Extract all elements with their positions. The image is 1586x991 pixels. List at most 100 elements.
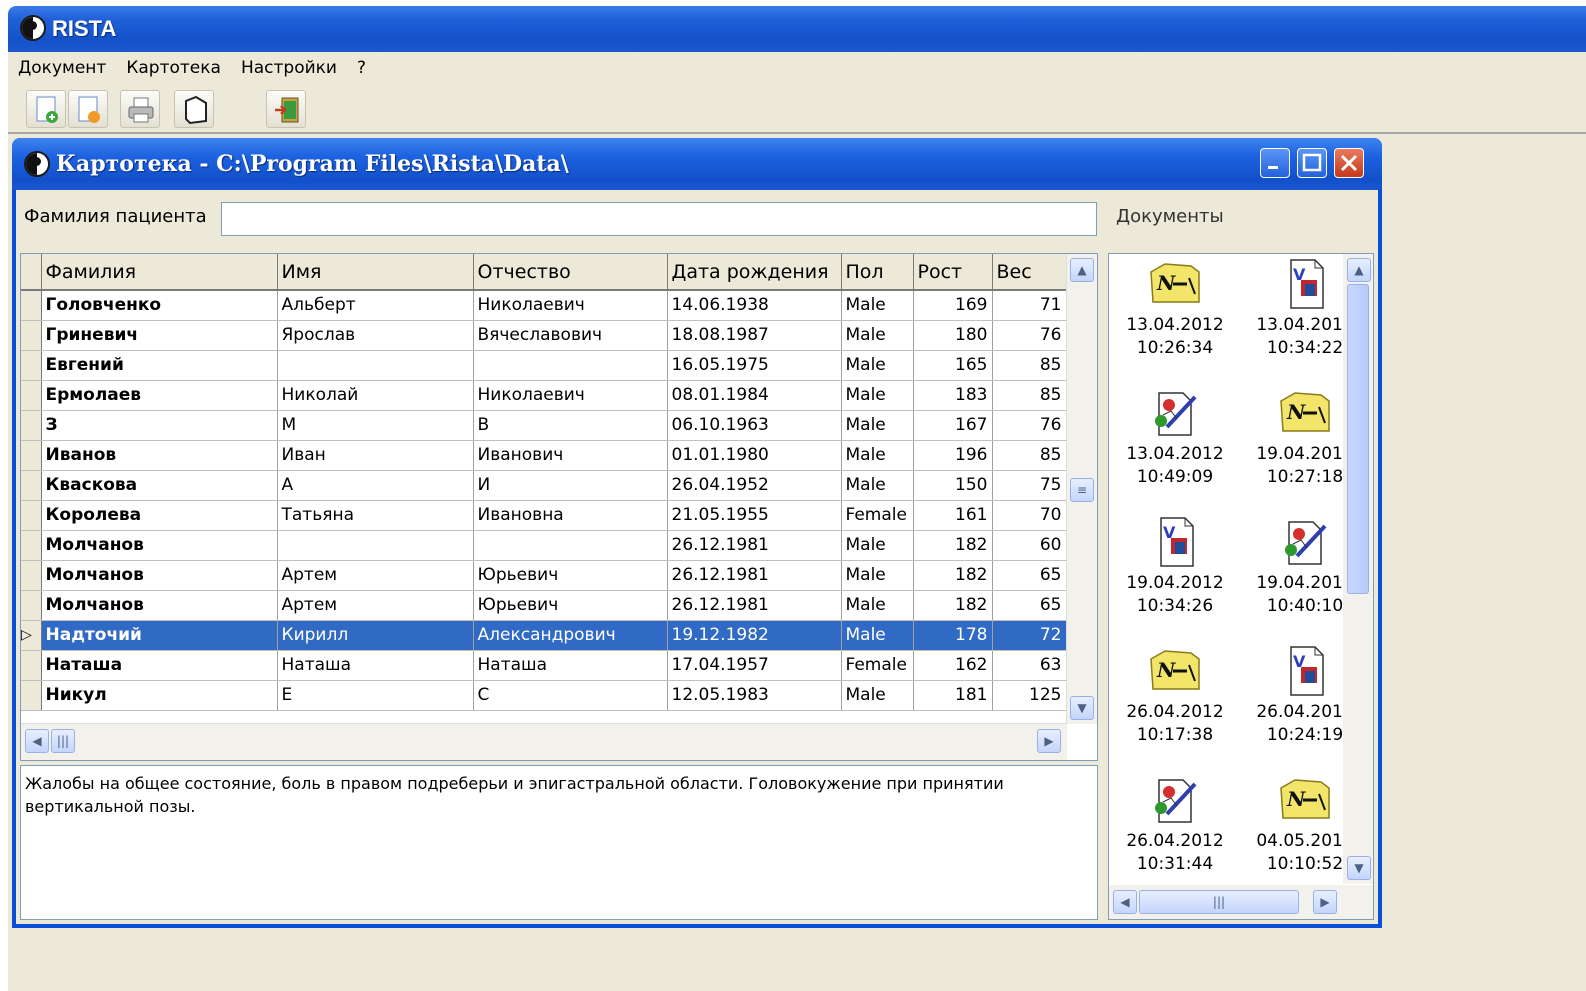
cell-birthdate[interactable]: 14.06.1938 — [667, 290, 842, 321]
cell-sex[interactable]: Male — [841, 320, 914, 351]
cell-weight[interactable]: 60 — [992, 530, 1067, 561]
cell-name[interactable]: Иван — [277, 440, 474, 471]
table-row[interactable]: Королева Татьяна Ивановна 21.05.1955 Female 1… — [21, 500, 1067, 531]
cell-weight[interactable]: 71 — [992, 290, 1067, 321]
cell-name[interactable]: Артем — [277, 590, 474, 621]
minimize-button[interactable] — [1260, 148, 1290, 178]
row-indicator[interactable] — [21, 410, 42, 441]
cell-weight[interactable]: 85 — [992, 440, 1067, 471]
docs-scroll-down-icon[interactable]: ▼ — [1347, 856, 1371, 880]
cell-height[interactable]: 182 — [913, 560, 993, 591]
cell-name[interactable]: Артем — [277, 560, 474, 591]
document-item[interactable]: 13.04.2012 10:49:09 — [1115, 387, 1235, 489]
column-header-surname[interactable]: Фамилия — [41, 254, 278, 291]
current-row-indicator-icon[interactable]: ▷ — [21, 620, 42, 651]
table-row[interactable]: Кваскова А И 26.04.1952 Male 150 75 — [21, 470, 1067, 501]
cell-height[interactable]: 150 — [913, 470, 993, 501]
close-button[interactable] — [1334, 148, 1364, 178]
cell-sex[interactable]: Male — [841, 350, 914, 381]
cell-weight[interactable]: 76 — [992, 320, 1067, 351]
table-row[interactable]: Наташа Наташа Наташа 17.04.1957 Female 162 63 — [21, 650, 1067, 681]
cell-name[interactable]: Николай — [277, 380, 474, 411]
cell-birthdate[interactable]: 21.05.1955 — [667, 500, 842, 531]
cell-sex[interactable]: Female — [841, 500, 914, 531]
row-indicator[interactable] — [21, 290, 42, 321]
docs-scroll-up-icon[interactable]: ▲ — [1347, 258, 1371, 282]
cell-sex[interactable]: Male — [841, 380, 914, 411]
cell-weight[interactable]: 65 — [992, 560, 1067, 591]
cell-weight[interactable]: 125 — [992, 680, 1067, 711]
cell-weight[interactable]: 63 — [992, 650, 1067, 681]
table-row[interactable]: Евгений 16.05.1975 Male 165 85 — [21, 350, 1067, 381]
cell-surname[interactable]: З — [41, 410, 278, 441]
copy-page-button[interactable] — [174, 90, 214, 128]
scroll-left-icon[interactable]: ◀ — [25, 729, 49, 753]
patient-surname-input[interactable] — [221, 202, 1097, 236]
cell-surname[interactable]: Наташа — [41, 650, 278, 681]
exit-button[interactable] — [266, 90, 306, 128]
document-item[interactable]: N 13.04.2012 10:26:34 — [1115, 258, 1235, 360]
cell-name[interactable]: М — [277, 410, 474, 441]
cell-surname[interactable]: Молчанов — [41, 590, 278, 621]
docs-scroll-left-icon[interactable]: ◀ — [1113, 890, 1137, 914]
cell-patronymic[interactable]: В — [473, 410, 668, 441]
table-row[interactable]: Головченко Альберт Николаевич 14.06.1938 Mal… — [21, 290, 1067, 321]
table-row[interactable]: ▷ Надточий Кирилл Александрович 19.12.1982 Ma… — [21, 620, 1067, 651]
table-row[interactable]: Ермолаев Николай Николаевич 08.01.1984 Male 1… — [21, 380, 1067, 411]
row-indicator[interactable] — [21, 350, 42, 381]
cell-height[interactable]: 180 — [913, 320, 993, 351]
cell-birthdate[interactable]: 19.12.1982 — [667, 620, 842, 651]
cell-patronymic[interactable] — [473, 530, 668, 561]
row-indicator[interactable] — [21, 590, 42, 621]
cell-sex[interactable]: Male — [841, 290, 914, 321]
cell-patronymic[interactable]: Николаевич — [473, 290, 668, 321]
cell-birthdate[interactable]: 12.05.1983 — [667, 680, 842, 711]
cell-name[interactable]: Е — [277, 680, 474, 711]
cell-weight[interactable]: 76 — [992, 410, 1067, 441]
table-row[interactable]: З М В 06.10.1963 Male 167 76 — [21, 410, 1067, 441]
documents-horizontal-scrollbar[interactable]: ◀ ||| ▶ — [1109, 885, 1373, 919]
cell-sex[interactable]: Male — [841, 440, 914, 471]
cell-birthdate[interactable]: 26.04.1952 — [667, 470, 842, 501]
column-header-weight[interactable]: Вес — [992, 254, 1067, 291]
row-indicator[interactable] — [21, 530, 42, 561]
menu-settings[interactable]: Настройки — [231, 58, 347, 78]
documents-panel[interactable]: N 13.04.2012 10:26:34 V 13.04.2012 10:34:22 13… — [1108, 253, 1374, 920]
row-indicator[interactable] — [21, 680, 42, 711]
cell-patronymic[interactable]: С — [473, 680, 668, 711]
cell-sex[interactable]: Male — [841, 590, 914, 621]
cell-patronymic[interactable] — [473, 350, 668, 381]
cell-patronymic[interactable]: Александрович — [473, 620, 668, 651]
row-indicator[interactable] — [21, 560, 42, 591]
table-row[interactable]: Молчанов 26.12.1981 Male 182 60 — [21, 530, 1067, 561]
cell-sex[interactable]: Female — [841, 650, 914, 681]
cell-surname[interactable]: Кваскова — [41, 470, 278, 501]
cell-height[interactable]: 165 — [913, 350, 993, 381]
maximize-button[interactable] — [1297, 148, 1327, 178]
cell-surname[interactable]: Ермолаев — [41, 380, 278, 411]
table-row[interactable]: Молчанов Артем Юрьевич 26.12.1981 Male 182 65 — [21, 590, 1067, 621]
cell-patronymic[interactable]: Вячеславович — [473, 320, 668, 351]
table-row[interactable]: Молчанов Артем Юрьевич 26.12.1981 Male 182 65 — [21, 560, 1067, 591]
row-indicator[interactable] — [21, 470, 42, 501]
cell-birthdate[interactable]: 26.12.1981 — [667, 530, 842, 561]
cell-birthdate[interactable]: 26.12.1981 — [667, 560, 842, 591]
column-header-patronymic[interactable]: Отчество — [473, 254, 668, 291]
docs-horizontal-thumb[interactable]: ||| — [1139, 890, 1299, 914]
cell-birthdate[interactable]: 06.10.1963 — [667, 410, 842, 441]
cell-name[interactable] — [277, 350, 474, 381]
document-item[interactable]: 26.04.2012 10:31:44 — [1115, 774, 1235, 876]
cell-sex[interactable]: Male — [841, 560, 914, 591]
cell-height[interactable]: 181 — [913, 680, 993, 711]
menu-card-index[interactable]: Картотека — [116, 58, 231, 78]
cell-birthdate[interactable]: 17.04.1957 — [667, 650, 842, 681]
cell-height[interactable]: 161 — [913, 500, 993, 531]
document-item[interactable]: N 26.04.2012 10:17:38 — [1115, 645, 1235, 747]
print-button[interactable] — [120, 90, 160, 128]
cell-height[interactable]: 182 — [913, 530, 993, 561]
complaints-notes[interactable]: Жалобы на общее состояние, боль в правом… — [20, 765, 1098, 920]
cell-birthdate[interactable]: 26.12.1981 — [667, 590, 842, 621]
cell-birthdate[interactable]: 18.08.1987 — [667, 320, 842, 351]
cell-surname[interactable]: Молчанов — [41, 530, 278, 561]
cell-weight[interactable]: 70 — [992, 500, 1067, 531]
